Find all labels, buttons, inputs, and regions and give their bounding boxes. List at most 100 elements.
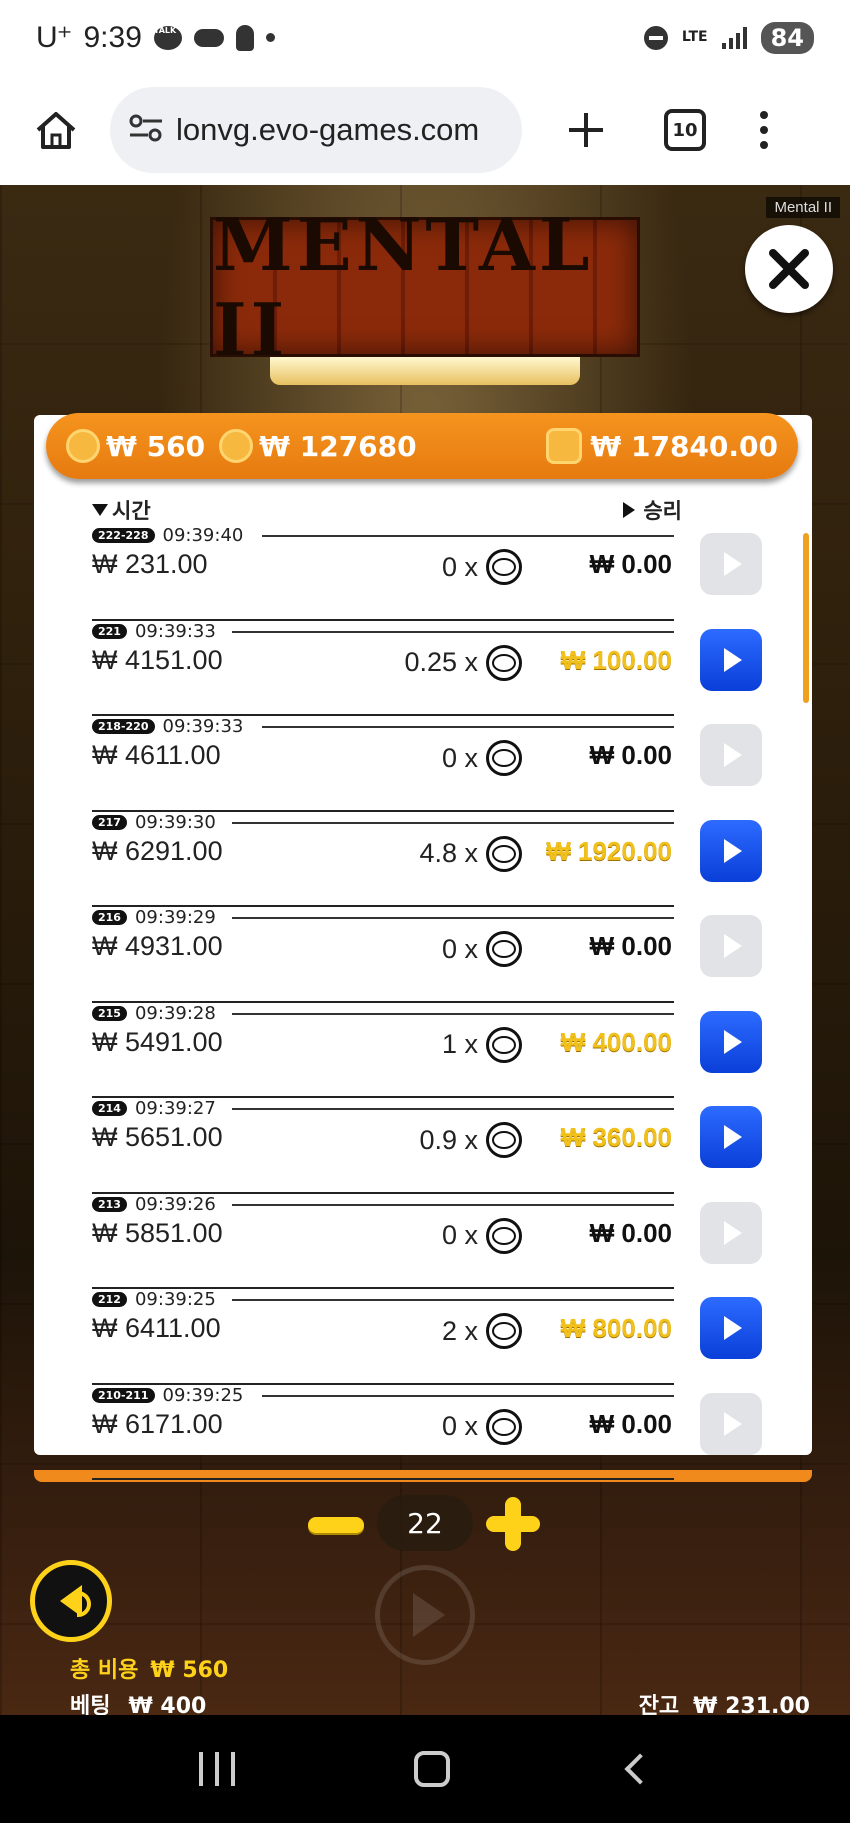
bet-amount: ₩ 6171.00 (92, 1408, 223, 1439)
row-meta: 222-228 09:39:40 (92, 525, 243, 546)
replay-button[interactable] (700, 1010, 762, 1073)
multiplier-value: 0 x (441, 742, 478, 773)
address-bar[interactable]: lonvg.evo-games.com (110, 87, 522, 173)
recent-apps-icon[interactable] (199, 1752, 236, 1786)
replay-button[interactable] (700, 1297, 762, 1359)
decrease-button[interactable] (308, 1517, 364, 1533)
game-logo-text: MENTAL II (213, 202, 594, 372)
history-row: 215 09:39:28 ₩ 5491.00 1 x ₩ 400.00 (92, 1003, 762, 1098)
round-time: 09:39:40 (162, 525, 244, 546)
bet-value: ₩ 400 (128, 1694, 207, 1715)
history-scrollbar[interactable] (803, 533, 809, 703)
sound-toggle-button[interactable] (30, 1560, 112, 1642)
round-badge: 215 (92, 1005, 127, 1021)
status-bar: U⁺ 9:39 TALK LTE 84 (0, 0, 850, 75)
bet-amount: ₩ 5651.00 (92, 1122, 223, 1152)
do-not-disturb-icon (643, 25, 668, 50)
coin-icon (486, 644, 522, 681)
multiplier: 4.8 x (332, 835, 522, 872)
replay-button[interactable] (700, 1106, 762, 1168)
signal-icon (721, 26, 747, 49)
round-badge: 218-220 (92, 719, 155, 734)
history-row: 222-228 09:39:40 ₩ 231.00 0 x ₩ 0.00 (92, 525, 762, 621)
multiplier: 0 x (332, 1217, 522, 1254)
row-meta: 217 09:39:30 (92, 812, 216, 833)
home-icon[interactable] (28, 102, 84, 158)
row-meta: 214 09:39:27 (92, 1098, 216, 1119)
row-meta: 213 09:39:26 (92, 1194, 216, 1215)
coin-icon (486, 740, 522, 776)
multiplier-value: 0 x (441, 1220, 478, 1250)
bet-amount: ₩ 231.00 (92, 549, 208, 579)
round-badge: 214 (92, 1101, 127, 1116)
more-notifications-icon (265, 33, 275, 42)
history-header: 시간 승리 (92, 495, 682, 525)
coin-icon (486, 1122, 522, 1158)
tab-switcher-button[interactable]: 10 (664, 109, 706, 151)
history-row: 212 09:39:25 ₩ 6411.00 2 x ₩ 800.00 (92, 1289, 762, 1385)
wallet-icon (546, 428, 583, 464)
round-badge: 213 (92, 1196, 127, 1212)
balance: 잔고 ₩ 231.00 (639, 1688, 810, 1715)
url-text: lonvg.evo-games.com (176, 112, 480, 147)
multiplier-value: 1 x (441, 1029, 478, 1059)
bet-amount: ₩ 6411.00 (92, 1313, 221, 1343)
row-meta: 215 09:39:28 (92, 1003, 216, 1024)
bet-amount: 베팅 ₩ 400 (70, 1688, 206, 1715)
new-tab-icon[interactable] (558, 102, 614, 158)
round-badge: 212 (92, 1292, 127, 1307)
coin-icon (486, 835, 522, 872)
close-button[interactable] (745, 225, 833, 313)
clock: 9:39 (83, 20, 142, 54)
back-icon[interactable] (624, 1753, 656, 1785)
replay-button (700, 533, 762, 595)
spin-button[interactable] (375, 1565, 475, 1665)
multiplier-value: 0 x (441, 1411, 478, 1441)
round-counter: 22 (377, 1495, 473, 1551)
coin-icon (486, 1313, 522, 1349)
row-meta: 218-220 09:39:33 (92, 716, 243, 737)
row-meta: 210-211 09:39:25 (92, 1385, 243, 1406)
system-nav-bar (0, 1715, 850, 1823)
round-time: 09:39:25 (134, 1289, 216, 1310)
history-row: 217 09:39:30 ₩ 6291.00 4.8 x ₩ 1920.00 (92, 812, 762, 907)
multiplier: 2 x (332, 1313, 522, 1349)
bet-amount: ₩ 4931.00 (92, 931, 223, 961)
replay-button (700, 1392, 762, 1455)
cloud-icon (193, 28, 224, 47)
total-cost-label: 총 비용 (70, 1658, 139, 1683)
game-logo: MENTAL II (210, 202, 640, 372)
payout: ₩ 0.00 (589, 1408, 672, 1439)
multiplier-value: 0.9 x (419, 1124, 478, 1155)
coin-icon (486, 931, 522, 967)
history-row: 216 09:39:29 ₩ 4931.00 0 x ₩ 0.00 (92, 907, 762, 1003)
total-cost-value: ₩ 560 (150, 1658, 229, 1683)
multiplier-value: 2 x (441, 1315, 478, 1346)
bet-amount: ₩ 4151.00 (92, 644, 223, 675)
summary-total: ₩ 127680 (259, 429, 417, 463)
multiplier: 0.25 x (332, 644, 522, 681)
balance-value: ₩ 231.00 (693, 1694, 810, 1715)
round-badge: 210-211 (92, 1387, 155, 1403)
game-title-tag: Mental II (766, 197, 840, 218)
site-settings-icon[interactable] (128, 113, 164, 147)
replay-button[interactable] (700, 628, 762, 691)
carrier-label: U⁺ (36, 21, 72, 54)
balance-label: 잔고 (638, 1694, 680, 1715)
row-meta: 221 09:39:33 (92, 621, 216, 642)
more-menu-icon[interactable] (760, 111, 768, 149)
sort-by-win[interactable]: 승리 (623, 495, 682, 525)
history-row: 218-220 09:39:33 ₩ 4611.00 0 x ₩ 0.00 (92, 716, 762, 812)
increase-button[interactable] (486, 1497, 540, 1551)
sort-by-time[interactable]: 시간 (92, 495, 151, 525)
home-nav-icon[interactable] (413, 1751, 450, 1787)
coin-stack-icon (219, 429, 254, 463)
replay-button (700, 1201, 762, 1264)
replay-button[interactable] (700, 819, 762, 882)
round-time: 09:39:33 (134, 620, 216, 642)
payout: ₩ 0.00 (589, 1217, 672, 1248)
multiplier: 0.9 x (332, 1122, 522, 1158)
sort-down-icon (92, 504, 108, 516)
history-list: 222-228 09:39:40 ₩ 231.00 0 x ₩ 0.00 221… (92, 525, 762, 1480)
coin-icon (486, 1408, 522, 1445)
